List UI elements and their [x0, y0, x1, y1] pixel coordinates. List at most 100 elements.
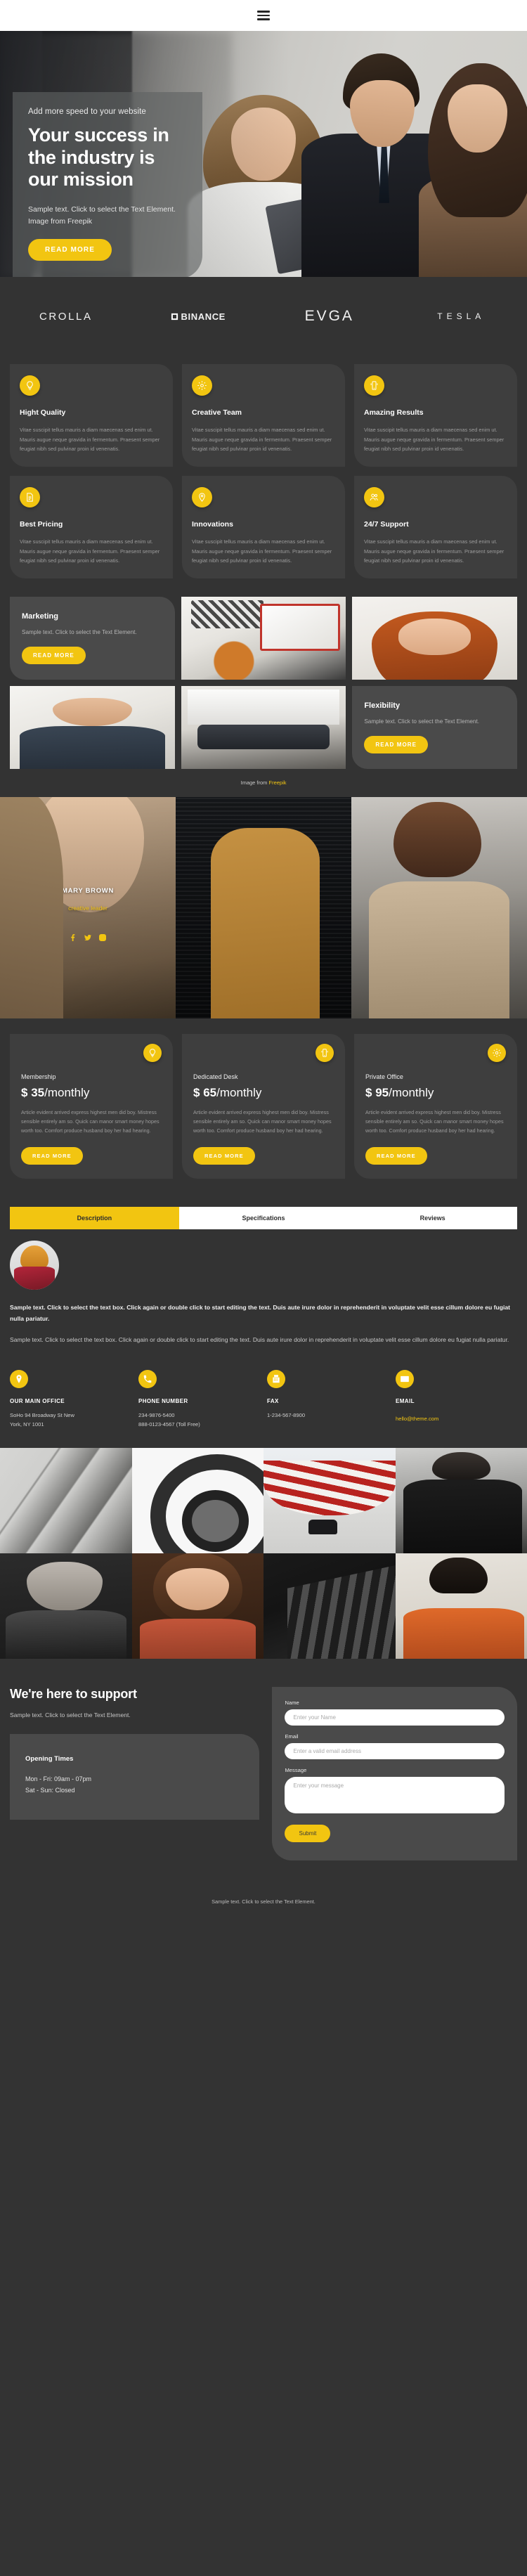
tabs-section: Description Specifications Reviews	[0, 1194, 527, 1230]
pricing-read-more-button[interactable]: READ MORE	[365, 1147, 427, 1165]
pricing-plan-text: Article evident arrived express highest …	[365, 1109, 504, 1134]
twitter-icon[interactable]	[435, 933, 443, 945]
name-field-label: Name	[285, 1699, 299, 1706]
team-member-card: NICK RICHMOND sales manager	[176, 797, 351, 1019]
team-member-name: NICK RICHMOND	[233, 887, 294, 895]
name-input[interactable]	[285, 1709, 505, 1726]
pricing-read-more-button[interactable]: READ MORE	[21, 1147, 83, 1165]
marketing-card-title: Marketing	[22, 612, 58, 621]
pricing-card: Dedicated Desk $ 65/monthly Article evid…	[182, 1034, 345, 1179]
gallery-image-man-versus-shirt[interactable]	[395, 1447, 527, 1553]
pricing-currency: $	[21, 1086, 28, 1100]
location-pin-icon	[10, 1369, 28, 1388]
hero-read-more-button[interactable]: READ MORE	[28, 238, 112, 261]
message-textarea[interactable]	[285, 1776, 505, 1813]
twitter-icon[interactable]	[84, 933, 92, 945]
pricing-section: Membership $ 35/monthly Article evident …	[0, 1018, 527, 1195]
tab-description[interactable]: Description	[10, 1207, 179, 1230]
team-member-role: sales manager	[244, 905, 283, 912]
facebook-icon[interactable]	[420, 933, 429, 945]
freepik-link[interactable]: Freepik	[269, 779, 287, 786]
pricing-plan-text: Article evident arrived express highest …	[193, 1109, 332, 1134]
mobile-icon	[364, 375, 384, 396]
email-input[interactable]	[285, 1742, 505, 1759]
gallery-image-woman-orange-sweater[interactable]	[395, 1553, 527, 1659]
contact-info-item-email: EMAIL hello@theme.com	[396, 1369, 517, 1430]
pricing-period: /monthly	[44, 1086, 90, 1100]
footer-text: Sample text. Click to select the Text El…	[212, 1898, 315, 1905]
pricing-read-more-button[interactable]: READ MORE	[193, 1147, 255, 1165]
facebook-icon[interactable]	[69, 933, 77, 945]
tab-lead-text: Sample text. Click to select the text bo…	[10, 1304, 511, 1323]
pricing-plan-price: $ 65/monthly	[193, 1086, 334, 1100]
brand-logo-binance-text: BINANCE	[181, 311, 226, 322]
hero-section: Add more speed to your website Your succ…	[0, 31, 527, 277]
pricing-currency: $	[193, 1086, 200, 1100]
map-pin-icon	[192, 487, 212, 508]
gallery-image-woman-glasses-portrait	[131, 1553, 264, 1659]
brand-logo-tesla: TESLA	[396, 311, 527, 321]
brand-logo-binance: BINANCE	[132, 311, 264, 322]
gallery-image-architecture-lines[interactable]	[0, 1447, 132, 1553]
team-member-card: NINA GREENFIELD top designeer	[351, 797, 527, 1019]
pricing-amount: 35	[31, 1086, 45, 1100]
pricing-plan-price: $ 35/monthly	[21, 1086, 162, 1100]
mobile-icon	[315, 1044, 334, 1063]
hero-title: Your success in the industry is our miss…	[28, 124, 169, 190]
marketing-read-more-button[interactable]: READ MORE	[364, 736, 429, 754]
brand-logo-crolla-text: CROLLA	[39, 310, 93, 323]
email-link[interactable]: hello@theme.com	[396, 1416, 438, 1422]
avatar	[10, 1241, 59, 1290]
photo-gallery	[0, 1447, 527, 1659]
page-root: Add more speed to your website Your succ…	[0, 0, 527, 2576]
facebook-icon[interactable]	[245, 933, 253, 945]
team-member-social-links	[176, 933, 351, 945]
opening-times-card: Opening Times Mon - Fri: 09am - 07pm Sat…	[10, 1734, 260, 1820]
twitter-icon[interactable]	[259, 933, 268, 945]
team-member-name: MARY BROWN	[61, 887, 115, 895]
feature-title: Best Pricing	[20, 520, 63, 529]
gear-icon	[192, 375, 212, 396]
brand-logos-bar: CROLLA BINANCE EVGA TESLA	[0, 277, 527, 356]
email-field-label: Email	[285, 1733, 299, 1740]
fax-icon	[267, 1369, 285, 1388]
instagram-icon[interactable]	[450, 933, 458, 945]
tab-body-text: Sample text. Click to select the text bo…	[10, 1336, 509, 1344]
pricing-period: /monthly	[216, 1086, 262, 1100]
marketing-read-more-button[interactable]: READ MORE	[22, 647, 86, 665]
tab-reviews[interactable]: Reviews	[348, 1207, 517, 1229]
marketing-photo-man-laptop	[10, 686, 175, 770]
marketing-card-marketing: Marketing Sample text. Click to select t…	[10, 597, 175, 680]
contact-info-line2: 888-0123-4567 (Toll Free)	[138, 1420, 200, 1428]
submit-button[interactable]: Submit	[285, 1824, 331, 1842]
message-field-label: Message	[285, 1766, 307, 1773]
image-credit-prefix: Image from	[240, 779, 269, 787]
support-section: We're here to support Sample text. Click…	[0, 1659, 527, 1882]
team-member-card: MARY BROWN creative leader	[0, 797, 176, 1019]
team-member-social-links	[351, 933, 527, 945]
pricing-period: /monthly	[389, 1086, 434, 1100]
document-list-icon	[20, 487, 40, 508]
gallery-image-red-wave-building[interactable]	[264, 1447, 396, 1553]
feature-text: Vitae suscipit tellus mauris a diam maec…	[192, 427, 332, 453]
tab-bar: Description Specifications Reviews	[10, 1207, 517, 1230]
feature-card: Creative Team Vitae suscipit tellus maur…	[182, 364, 345, 467]
pricing-currency: $	[365, 1086, 372, 1100]
lightbulb-icon	[20, 375, 40, 396]
gallery-image-spiral-staircase[interactable]	[131, 1447, 264, 1553]
gallery-image-woman-bw-portrait[interactable]	[0, 1553, 132, 1659]
instagram-icon[interactable]	[274, 933, 282, 945]
instagram-icon[interactable]	[98, 933, 107, 945]
marketing-grid: Marketing Sample text. Click to select t…	[0, 591, 527, 770]
feature-card: Amazing Results Vitae suscipit tellus ma…	[354, 364, 517, 467]
contact-info-title: OUR MAIN OFFICE	[10, 1397, 65, 1404]
contact-info-line1: 234-9876-5400	[138, 1411, 175, 1418]
feature-text: Vitae suscipit tellus mauris a diam maec…	[192, 538, 332, 564]
users-icon	[364, 487, 384, 508]
opening-times-weekday: Mon - Fri: 09am - 07pm	[25, 1775, 92, 1783]
gallery-image-dark-building-facade[interactable]	[264, 1553, 396, 1659]
hamburger-menu-icon[interactable]	[257, 11, 270, 20]
opening-times-weekend: Sat - Sun: Closed	[25, 1786, 75, 1794]
brand-logo-tesla-text: TESLA	[437, 311, 486, 321]
tab-specifications[interactable]: Specifications	[179, 1207, 349, 1229]
